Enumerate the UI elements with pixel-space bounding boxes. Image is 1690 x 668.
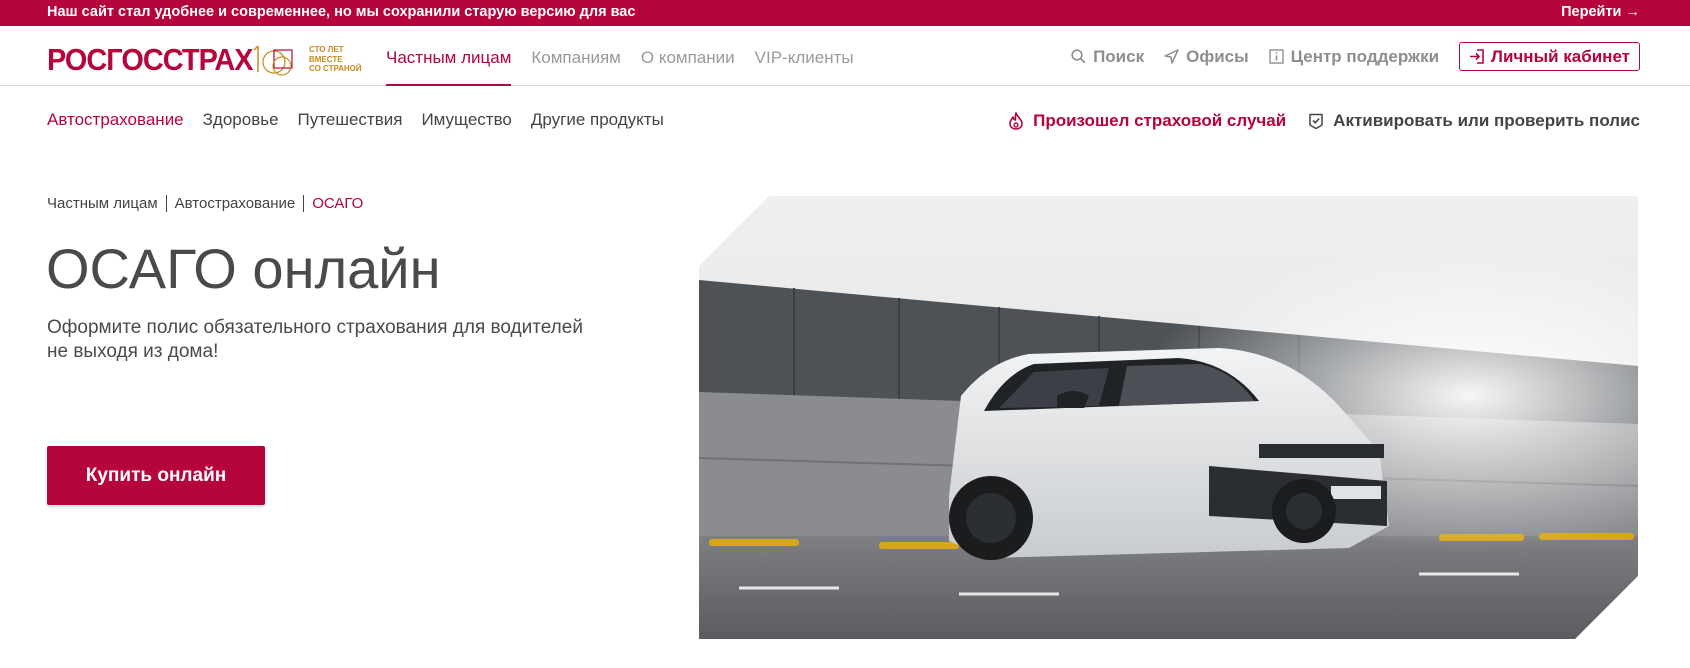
- breadcrumb: Частным лицам Автострахование ОСАГО: [47, 195, 363, 212]
- logo[interactable]: РОСГОССТРАХ СТО ЛЕТ ВМЕСТЕ СО СТРАНОЙ: [47, 42, 369, 77]
- insured-event-label: Произошел страховой случай: [1033, 111, 1287, 130]
- search-label: Поиск: [1093, 46, 1145, 66]
- nav-vip[interactable]: VIP-клиенты: [755, 48, 854, 68]
- subnav-health[interactable]: Здоровье: [203, 110, 279, 130]
- hero-subtitle-line: не выходя из дома!: [47, 341, 219, 362]
- nav-private-persons[interactable]: Частным лицам: [386, 48, 512, 86]
- announcement-text: Наш сайт стал удобнее и современнее, но …: [47, 4, 636, 20]
- logo-text: РОСГОССТРАХ: [47, 42, 253, 77]
- personal-account-label: Личный кабинет: [1491, 46, 1630, 66]
- subnav-property[interactable]: Имущество: [421, 110, 511, 130]
- offices-link[interactable]: Офисы: [1164, 47, 1249, 67]
- announcement-link[interactable]: Перейти →: [1561, 4, 1640, 20]
- info-icon: [1268, 49, 1284, 64]
- login-icon: [1470, 49, 1484, 64]
- breadcrumb-current: ОСАГО: [312, 195, 364, 212]
- subnav-travel[interactable]: Путешествия: [298, 110, 403, 130]
- utility-nav: Поиск Офисы Центр поддержки Личный кабин…: [1071, 42, 1640, 71]
- breadcrumb-item[interactable]: Автострахование: [175, 195, 296, 212]
- activate-policy-label: Активировать или проверить полис: [1333, 111, 1640, 130]
- activate-policy-link[interactable]: Активировать или проверить полис: [1308, 111, 1640, 131]
- location-arrow-icon: [1164, 49, 1179, 64]
- flame-icon: [1009, 112, 1023, 130]
- hero-car-image: [699, 196, 1638, 639]
- hero-subtitle-line: Оформите полис обязательного страхования…: [47, 317, 583, 338]
- checkbox-shield-icon: [1309, 113, 1323, 129]
- centenary-emblem-icon: [253, 45, 293, 76]
- nav-companies[interactable]: Компаниям: [531, 48, 620, 68]
- quick-actions: Произошел страховой случай Активировать …: [1008, 111, 1640, 131]
- support-label: Центр поддержки: [1290, 46, 1440, 66]
- slogan-line: СТО ЛЕТ: [309, 45, 344, 54]
- search-link[interactable]: Поиск: [1071, 47, 1144, 67]
- personal-account-button[interactable]: Личный кабинет: [1459, 42, 1640, 71]
- breadcrumb-item[interactable]: Частным лицам: [47, 195, 158, 212]
- slogan-line: ВМЕСТЕ: [309, 54, 343, 64]
- main-nav: Частным лицам Компаниям О компании VIP-к…: [386, 48, 874, 86]
- subnav-other-products[interactable]: Другие продукты: [531, 110, 664, 130]
- breadcrumb-separator: [165, 195, 167, 212]
- nav-about[interactable]: О компании: [641, 48, 735, 68]
- buy-online-button[interactable]: Купить онлайн: [47, 446, 265, 505]
- product-nav: Автострахование Здоровье Путешествия Иму…: [47, 110, 683, 130]
- announcement-bar: Наш сайт стал удобнее и современнее, но …: [0, 0, 1690, 26]
- support-link[interactable]: Центр поддержки: [1268, 46, 1440, 67]
- hero-subtitle: Оформите полис обязательного страхования…: [47, 316, 627, 364]
- page-title: ОСАГО онлайн: [46, 237, 441, 300]
- breadcrumb-separator: [303, 195, 305, 212]
- subnav-auto-insurance[interactable]: Автострахование: [47, 110, 184, 130]
- slogan-line: СО СТРАНОЙ: [309, 64, 362, 73]
- insured-event-link[interactable]: Произошел страховой случай: [1008, 111, 1286, 131]
- offices-label: Офисы: [1186, 46, 1249, 66]
- logo-slogan: СТО ЛЕТ ВМЕСТЕ СО СТРАНОЙ: [309, 45, 369, 74]
- search-icon: [1071, 49, 1086, 64]
- site-header: РОСГОССТРАХ СТО ЛЕТ ВМЕСТЕ СО СТРАНОЙ Ча…: [0, 26, 1690, 86]
